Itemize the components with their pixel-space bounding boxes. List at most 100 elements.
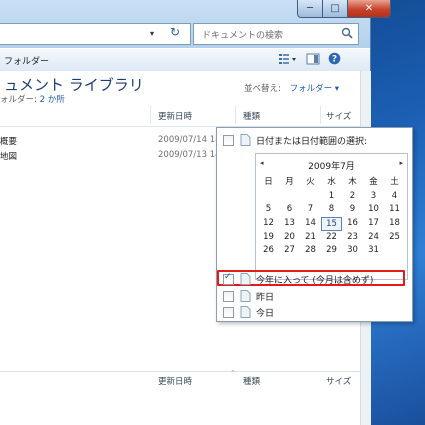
filter-option-today[interactable]: 今日 xyxy=(217,304,412,320)
calendar-day[interactable]: 17 xyxy=(363,217,384,231)
arrange-by-dropdown[interactable]: フォルダー ▾ xyxy=(290,84,339,94)
calendar-day[interactable]: 28 xyxy=(300,244,321,258)
file-date: 2009/07/13 14 xyxy=(158,150,221,160)
column-type-lower[interactable]: 種類 xyxy=(243,375,260,387)
weekday-label: 火 xyxy=(306,177,315,187)
calendar-day[interactable]: 4 xyxy=(384,190,405,204)
search-placeholder: ドキュメントの検索 xyxy=(202,31,284,41)
calendar-week: 5 6 7 8 9 10 11 xyxy=(258,203,405,217)
date-filter-dropdown: 日付または日付範囲の選択: ◂ 2009年7月 ▸ 日 月 火 水 木 金 土 … xyxy=(216,127,413,322)
calendar-day[interactable]: 10 xyxy=(363,203,384,217)
calendar-day[interactable]: 8 xyxy=(321,203,342,217)
weekday-label: 月 xyxy=(285,177,294,187)
calendar-day[interactable]: 25 xyxy=(384,231,405,245)
calendar-day[interactable]: 26 xyxy=(258,244,279,258)
calendar-week: 12 13 14 15 16 17 18 xyxy=(258,217,405,231)
column-header-lower: ⌃ 更新日時 種類 サイズ xyxy=(0,369,360,387)
calendar-week: 1234 xyxy=(258,190,405,204)
filter-option-this-year[interactable]: 今年に入って (今月は含めず) xyxy=(217,271,412,287)
column-size-lower[interactable]: サイズ xyxy=(326,375,351,387)
calendar-day[interactable]: 30 xyxy=(342,244,363,258)
window-controls: ─ □ ✕ xyxy=(297,0,391,18)
calendar-day[interactable]: 14 xyxy=(300,217,321,231)
column-date-modified-lower[interactable]: 更新日時 xyxy=(158,375,192,387)
calendar-day[interactable]: 9 xyxy=(342,203,363,217)
minimize-button[interactable]: ─ xyxy=(297,0,323,18)
column-separator[interactable] xyxy=(235,106,236,124)
command-toolbar: フォルダー ? xyxy=(0,48,370,72)
view-icons: ? xyxy=(278,52,341,65)
search-input[interactable]: ドキュメントの検索 xyxy=(193,23,359,45)
column-type[interactable]: 種類 xyxy=(243,110,260,122)
calendar-day[interactable]: 19 xyxy=(258,231,279,245)
today-checkbox[interactable] xyxy=(223,306,234,318)
calendar-day[interactable]: 11 xyxy=(384,203,405,217)
search-icon[interactable] xyxy=(341,27,353,39)
calendar-day[interactable]: 23 xyxy=(342,231,363,245)
document-icon xyxy=(240,273,251,285)
arrange-by: 並べ替え: フォルダー ▾ xyxy=(244,82,339,94)
yesterday-checkbox[interactable] xyxy=(223,290,234,302)
calendar-day[interactable]: 15 xyxy=(321,217,342,231)
calendar-next-icon[interactable]: ▸ xyxy=(399,159,403,167)
this-year-label: 今年に入って (今月は含めず) xyxy=(256,275,374,286)
file-date: 2009/07/14 18 xyxy=(158,135,221,145)
calendar-weekdays: 日 月 火 水 木 金 土 xyxy=(258,176,405,190)
calendar-weeks: 1 2 3 4 5 6 7 8 9 10 11 12 13 14 15 16 17 18 19 20 21 22 23 24 2… xyxy=(258,190,405,258)
library-title: ュメント ライブラリ xyxy=(4,76,144,94)
calendar-day[interactable]: 1 xyxy=(321,190,342,204)
weekday-label: 土 xyxy=(390,177,399,187)
calendar-day[interactable]: 3 xyxy=(363,190,384,204)
calendar-grid: 日 月 火 水 木 金 土 1 2 3 4 5 6 7 8 9 10 11 12 13 14 15 16 17 1… xyxy=(258,176,405,258)
arrange-by-label: 並べ替え: xyxy=(244,84,281,94)
new-folder-button[interactable]: フォルダー xyxy=(4,54,49,67)
maximize-button[interactable]: □ xyxy=(323,0,348,18)
calendar-week: 19 20 21 22 23 24 25 xyxy=(258,231,405,245)
date-range-label: 日付または日付範囲の選択: xyxy=(256,136,368,147)
calendar-day[interactable]: 22 xyxy=(321,231,342,245)
calendar-day[interactable]: 16 xyxy=(342,217,363,231)
address-dropdown-icon[interactable]: ▾ xyxy=(150,29,154,38)
calendar-day[interactable]: 31 xyxy=(363,244,384,258)
calendar-header: ◂ 2009年7月 ▸ xyxy=(256,158,407,172)
column-date-modified[interactable]: 更新日時 xyxy=(158,110,192,122)
column-size[interactable]: サイズ xyxy=(326,110,351,122)
calendar-day[interactable]: 24 xyxy=(363,231,384,245)
calendar-day[interactable]: 27 xyxy=(279,244,300,258)
sort-arrow-icon: ⌃ xyxy=(230,369,236,377)
calendar-day[interactable]: 7 xyxy=(300,203,321,217)
calendar-day[interactable]: 18 xyxy=(384,217,405,231)
yesterday-label: 昨日 xyxy=(256,292,275,303)
document-icon xyxy=(240,290,251,302)
svg-text:?: ? xyxy=(332,55,337,65)
view-options-icon[interactable] xyxy=(278,53,298,65)
calendar-day[interactable]: 2 xyxy=(342,190,363,204)
column-separator[interactable] xyxy=(320,106,321,124)
weekday-label: 木 xyxy=(348,177,357,187)
address-bar[interactable]: ▾ xyxy=(0,23,191,45)
calendar-day[interactable]: 12 xyxy=(258,217,279,231)
date-range-checkbox[interactable] xyxy=(223,134,234,146)
column-separator[interactable] xyxy=(150,106,151,124)
calendar: ◂ 2009年7月 ▸ 日 月 火 水 木 金 土 1 2 3 4 5 6 7 8 9 10 11 1… xyxy=(255,153,408,280)
calendar-day[interactable]: 29 xyxy=(321,244,342,258)
refresh-icon[interactable]: ↻ xyxy=(170,25,180,39)
file-name: 地図 xyxy=(0,152,18,162)
help-icon[interactable]: ? xyxy=(328,52,341,65)
today-label: 今日 xyxy=(256,308,275,319)
close-button[interactable]: ✕ xyxy=(348,0,391,18)
address-row: ▾ ↻ ドキュメントの検索 xyxy=(0,23,370,45)
preview-pane-icon[interactable] xyxy=(306,53,320,65)
calendar-month-title[interactable]: 2009年7月 xyxy=(256,159,407,172)
filter-option-yesterday[interactable]: 昨日 xyxy=(217,288,412,304)
weekday-label: 日 xyxy=(264,177,273,187)
this-year-checkbox[interactable] xyxy=(223,272,234,285)
calendar-day[interactable]: 21 xyxy=(300,231,321,245)
calendar-day[interactable]: 5 xyxy=(258,203,279,217)
calendar-day[interactable]: 13 xyxy=(279,217,300,231)
calendar-day[interactable]: 20 xyxy=(279,231,300,245)
column-header: 更新日時 種類 サイズ xyxy=(0,104,360,127)
document-icon xyxy=(240,306,251,318)
filter-option-date-range[interactable]: 日付または日付範囲の選択: xyxy=(217,132,412,148)
calendar-day[interactable]: 6 xyxy=(279,203,300,217)
